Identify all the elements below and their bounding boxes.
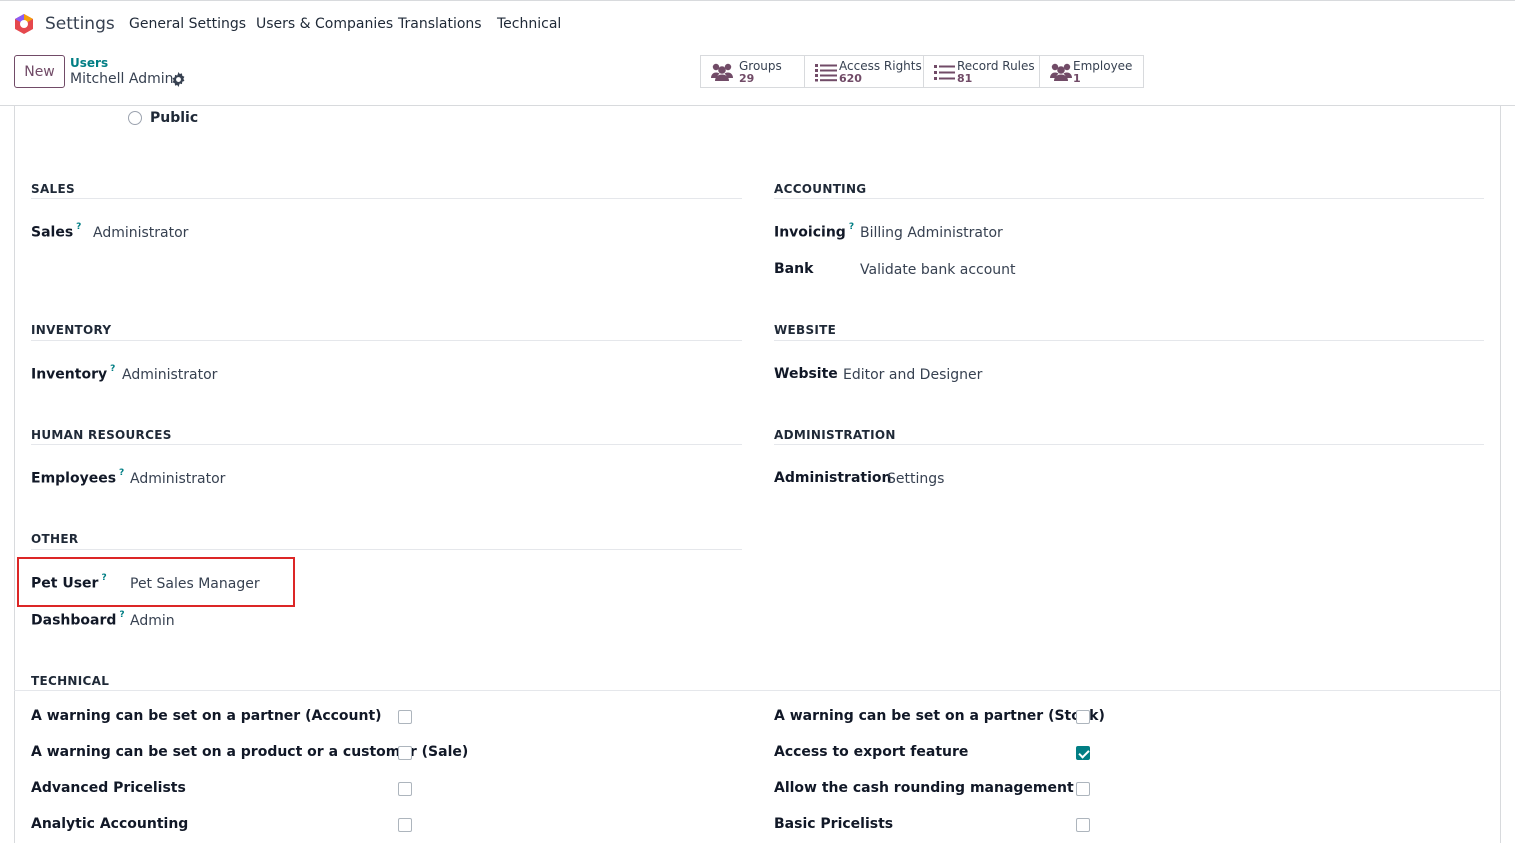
section-divider — [31, 198, 742, 199]
section-title-technical: TECHNICAL — [31, 674, 110, 688]
technical-option-label: Advanced Pricelists — [31, 780, 186, 796]
technical-option-label: Allow the cash rounding management — [774, 780, 1074, 796]
help-icon[interactable]: ? — [849, 222, 854, 232]
stat-buttons: Groups 29 Access Rights 620 Record Rules… — [700, 55, 1144, 88]
sales-field-value[interactable]: Administrator — [93, 225, 188, 241]
breadcrumb-users-link[interactable]: Users — [70, 56, 108, 70]
technical-option-label: Basic Pricelists — [774, 816, 894, 832]
export-feature-checkbox[interactable] — [1076, 746, 1090, 760]
list-icon — [815, 64, 837, 82]
menu-general-settings[interactable]: General Settings — [129, 16, 246, 32]
section-divider — [774, 340, 1484, 341]
app-title[interactable]: Settings — [45, 14, 115, 34]
technical-option-label: A warning can be set on a partner (Accou… — [31, 708, 382, 724]
help-icon[interactable]: ? — [119, 468, 124, 478]
control-panel: New Users Mitchell Admin Groups 29 Acces… — [0, 46, 1515, 106]
section-title-inventory: INVENTORY — [31, 323, 112, 337]
inventory-field-label: Inventory? — [31, 364, 116, 383]
section-title-human-resources: HUMAN RESOURCES — [31, 428, 172, 442]
section-divider — [31, 549, 742, 550]
technical-checkbox[interactable] — [398, 782, 412, 796]
record-rules-stat-value: 81 — [957, 72, 973, 85]
new-button[interactable]: New — [14, 55, 65, 88]
technical-option-label: Access to export feature — [774, 744, 969, 760]
inventory-field-value[interactable]: Administrator — [122, 367, 217, 383]
section-title-other: OTHER — [31, 532, 79, 546]
employee-stat-button[interactable]: Employee 1 — [1040, 56, 1143, 87]
groups-stat-button[interactable]: Groups 29 — [701, 56, 805, 87]
sales-field-label: Sales? — [31, 222, 82, 241]
section-title-website: WEBSITE — [774, 323, 837, 337]
section-title-accounting: ACCOUNTING — [774, 182, 867, 196]
technical-checkbox[interactable] — [398, 710, 412, 724]
users-icon — [711, 63, 733, 81]
help-icon[interactable]: ? — [110, 364, 115, 374]
technical-checkbox[interactable] — [1076, 782, 1090, 796]
form-sheet — [14, 106, 1501, 843]
menu-technical[interactable]: Technical — [497, 16, 561, 32]
employee-stat-value: 1 — [1073, 72, 1081, 85]
record-rules-stat-label: Record Rules — [957, 59, 1035, 73]
access-rights-stat-button[interactable]: Access Rights 620 — [805, 56, 924, 87]
help-icon[interactable]: ? — [76, 222, 81, 232]
administration-field-value[interactable]: Settings — [887, 471, 944, 487]
technical-option-label: A warning can be set on a partner (Stock… — [774, 708, 1105, 724]
invoicing-field-label: Invoicing? — [774, 222, 855, 241]
bank-field-value[interactable]: Validate bank account — [860, 262, 1016, 278]
top-navbar: Settings General Settings Users & Compan… — [0, 0, 1515, 46]
gear-icon[interactable] — [171, 72, 186, 87]
odoo-logo-icon[interactable] — [13, 13, 35, 35]
technical-checkbox[interactable] — [1076, 710, 1090, 724]
employees-field-value[interactable]: Administrator — [130, 471, 225, 487]
employees-field-label: Employees? — [31, 468, 125, 487]
technical-checkbox[interactable] — [398, 746, 412, 760]
dashboard-field-value[interactable]: Admin — [130, 613, 175, 629]
menu-translations[interactable]: Translations — [398, 16, 482, 32]
section-title-administration: ADMINISTRATION — [774, 428, 896, 442]
employee-stat-label: Employee — [1073, 59, 1133, 73]
access-rights-stat-value: 620 — [839, 72, 862, 85]
section-divider — [774, 444, 1484, 445]
administration-field-label: Administration — [774, 470, 892, 486]
groups-stat-label: Groups — [739, 59, 782, 73]
section-divider — [31, 444, 742, 445]
section-title-sales: SALES — [31, 182, 75, 196]
groups-stat-value: 29 — [739, 72, 755, 85]
menu-users-companies[interactable]: Users & Companies — [256, 16, 393, 32]
pet-user-field-label: Pet User? — [31, 573, 107, 592]
technical-option-label: Analytic Accounting — [31, 816, 189, 832]
help-icon[interactable]: ? — [119, 610, 124, 620]
technical-checkbox[interactable] — [1076, 818, 1090, 832]
record-rules-stat-button[interactable]: Record Rules 81 — [924, 56, 1040, 87]
breadcrumb-current-record: Mitchell Admin — [70, 71, 174, 87]
section-divider — [31, 340, 742, 341]
dashboard-field-label: Dashboard? — [31, 610, 125, 629]
help-icon[interactable]: ? — [101, 573, 106, 583]
section-divider — [14, 690, 1501, 691]
public-radio-label[interactable]: Public — [150, 110, 198, 126]
pet-user-field-value[interactable]: Pet Sales Manager — [130, 576, 260, 592]
users-icon — [1050, 63, 1072, 81]
technical-checkbox[interactable] — [398, 818, 412, 832]
public-radio[interactable] — [128, 111, 142, 125]
list-icon — [934, 65, 955, 80]
website-field-value[interactable]: Editor and Designer — [843, 367, 982, 383]
website-field-label: Website — [774, 366, 838, 382]
access-rights-stat-label: Access Rights — [839, 59, 922, 73]
bank-field-label: Bank — [774, 261, 814, 277]
section-divider — [774, 198, 1484, 199]
invoicing-field-value[interactable]: Billing Administrator — [860, 225, 1003, 241]
